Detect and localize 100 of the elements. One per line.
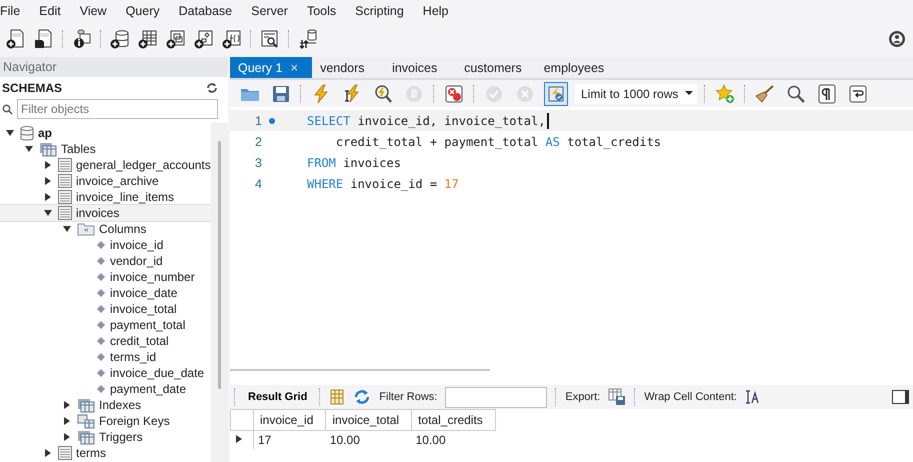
menu-item[interactable]: Tools bbox=[306, 4, 336, 18]
refresh-icon[interactable] bbox=[353, 389, 372, 405]
tree-item[interactable]: invoice_archive bbox=[0, 173, 211, 189]
menu-item[interactable]: File bbox=[0, 4, 20, 18]
tree-item[interactable]: credit_total bbox=[0, 333, 211, 349]
menu-item[interactable]: View bbox=[80, 4, 107, 18]
tree-item[interactable]: invoice_date bbox=[0, 285, 211, 301]
refresh-icon[interactable] bbox=[206, 82, 218, 94]
text-cursor bbox=[547, 112, 549, 128]
tree-item[interactable]: invoice_line_items bbox=[0, 189, 211, 205]
tree-item[interactable]: terms bbox=[0, 445, 211, 461]
database-transfer-icon[interactable] bbox=[298, 28, 318, 48]
autocommit-icon[interactable] bbox=[544, 82, 568, 106]
tree-item[interactable]: invoice_due_date bbox=[0, 365, 211, 381]
table-group-icon bbox=[77, 430, 95, 444]
procedure-add-icon[interactable] bbox=[194, 28, 214, 48]
section-heading: SCHEMAS bbox=[2, 81, 62, 95]
star-add-icon[interactable] bbox=[713, 82, 737, 106]
wrap-text-icon[interactable] bbox=[744, 390, 759, 404]
table-cell: 10.00 bbox=[412, 430, 496, 449]
tree-item[interactable]: Indexes bbox=[0, 397, 211, 413]
filter-rows-field[interactable] bbox=[445, 386, 548, 408]
tree-label: invoice_archive bbox=[76, 174, 159, 188]
expanded-arrow-icon[interactable] bbox=[24, 144, 34, 154]
tree-item[interactable]: vendor_id bbox=[0, 253, 211, 269]
menu-item[interactable]: Edit bbox=[39, 4, 61, 18]
tree-item[interactable]: invoices bbox=[0, 205, 211, 221]
folder-icon bbox=[77, 222, 95, 236]
tree-label: general_ledger_accounts bbox=[76, 158, 211, 172]
close-tab-button[interactable]: × bbox=[290, 60, 298, 75]
editor-tab[interactable]: employees bbox=[536, 57, 618, 78]
table-add-icon[interactable] bbox=[138, 28, 158, 48]
table-icon bbox=[58, 174, 72, 188]
expanded-arrow-icon[interactable] bbox=[62, 224, 72, 234]
line-number: 3 bbox=[254, 156, 262, 170]
new-sql-file-icon[interactable] bbox=[6, 28, 26, 48]
menu-item[interactable]: Server bbox=[251, 4, 288, 18]
database-add-icon[interactable] bbox=[110, 28, 130, 48]
open-sql-file-icon[interactable] bbox=[34, 28, 54, 48]
table-icon bbox=[58, 158, 72, 172]
menu-item[interactable]: Query bbox=[126, 4, 160, 18]
code-line: WHERE invoice_id = 17 bbox=[307, 176, 459, 190]
line-number: 1 bbox=[254, 114, 262, 128]
view-add-icon[interactable] bbox=[166, 28, 186, 48]
tree-label: payment_total bbox=[110, 318, 186, 332]
tree-label: invoice_line_items bbox=[76, 190, 174, 204]
tree-item[interactable]: payment_total bbox=[0, 317, 211, 333]
tree-item[interactable]: invoice_number bbox=[0, 269, 211, 285]
tree-item[interactable]: payment_date bbox=[0, 381, 211, 397]
editor-tab[interactable]: customers bbox=[456, 57, 536, 78]
result-grid-tab[interactable]: Result Grid bbox=[244, 391, 312, 403]
tree-item[interactable]: Tables bbox=[0, 141, 211, 157]
wrap-label: Wrap Cell Content: bbox=[644, 391, 737, 403]
editor-tab[interactable]: invoices bbox=[384, 57, 456, 78]
menu-item[interactable]: Help bbox=[422, 4, 449, 18]
editor-tab[interactable]: Query 1 × bbox=[230, 57, 312, 78]
filter-field[interactable]: Filter objects bbox=[17, 99, 218, 119]
tree-item[interactable]: invoice_total bbox=[0, 301, 211, 317]
caret-icon[interactable] bbox=[685, 91, 693, 96]
collapsed-arrow-icon[interactable] bbox=[43, 176, 53, 186]
scrollbar[interactable] bbox=[218, 141, 221, 389]
tree-label: terms_id bbox=[110, 350, 156, 364]
tree-item[interactable]: general_ledger_accounts bbox=[0, 157, 211, 173]
expanded-arrow-icon[interactable] bbox=[43, 208, 53, 218]
menu-item[interactable]: Scripting bbox=[355, 4, 404, 18]
column-header[interactable]: invoice_id bbox=[254, 410, 326, 430]
panel-toggle-icon[interactable] bbox=[892, 390, 909, 404]
filter-label: Filter Rows: bbox=[379, 391, 438, 403]
collapsed-arrow-icon[interactable] bbox=[43, 192, 53, 202]
export-label: Export: bbox=[565, 391, 600, 403]
info-icon[interactable] bbox=[72, 28, 92, 48]
function-add-icon[interactable] bbox=[222, 28, 242, 48]
column-header[interactable]: invoice_total bbox=[326, 410, 412, 430]
foreign-key-icon bbox=[77, 414, 95, 428]
collapsed-arrow-icon[interactable] bbox=[62, 432, 72, 442]
tree-item[interactable]: invoice_id bbox=[0, 237, 211, 253]
export-icon[interactable] bbox=[608, 388, 626, 406]
table-cell: 17 bbox=[254, 430, 326, 449]
tree-label: terms bbox=[76, 446, 106, 460]
scrollbar[interactable] bbox=[230, 369, 490, 371]
editor-tab[interactable]: vendors bbox=[312, 57, 384, 78]
collapsed-arrow-icon[interactable] bbox=[62, 400, 72, 410]
settings-icon[interactable] bbox=[887, 28, 907, 48]
tree-item[interactable]: ap bbox=[0, 125, 211, 141]
inspect-icon[interactable] bbox=[260, 28, 280, 48]
search-icon bbox=[2, 104, 13, 114]
collapsed-arrow-icon[interactable] bbox=[43, 160, 53, 170]
tree-item[interactable]: Foreign Keys bbox=[0, 413, 211, 429]
tree-item[interactable]: Triggers bbox=[0, 429, 211, 445]
collapsed-arrow-icon[interactable] bbox=[62, 416, 72, 426]
limit-dropdown[interactable]: Limit to 1000 rows bbox=[575, 84, 697, 104]
tree-label: payment_date bbox=[110, 382, 186, 396]
code-line: SELECT invoice_id, invoice_total, bbox=[307, 114, 546, 128]
menu-item[interactable]: Database bbox=[178, 4, 232, 18]
collapsed-arrow-icon[interactable] bbox=[43, 448, 53, 458]
column-header[interactable]: total_credits bbox=[412, 410, 496, 430]
tree-item[interactable]: Columns bbox=[0, 221, 211, 237]
expanded-arrow-icon[interactable] bbox=[5, 128, 15, 138]
grid-icon[interactable] bbox=[329, 389, 346, 405]
tree-item[interactable]: terms_id bbox=[0, 349, 211, 365]
